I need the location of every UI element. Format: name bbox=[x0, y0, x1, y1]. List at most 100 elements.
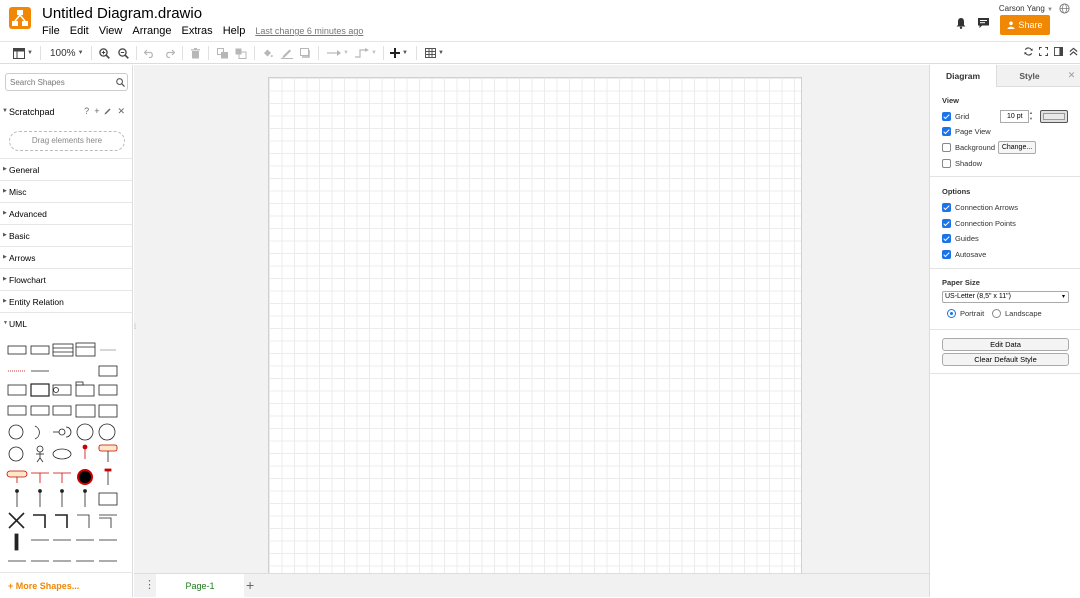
grid-color-swatch[interactable] bbox=[1040, 110, 1068, 123]
scratchpad-drop-zone[interactable]: Drag elements here bbox=[9, 131, 125, 151]
search-shapes-input[interactable]: Search Shapes bbox=[5, 73, 128, 91]
drawio-logo-icon bbox=[9, 7, 31, 29]
table-button[interactable]: ▼ bbox=[425, 45, 444, 61]
landscape-label: Landscape bbox=[1005, 309, 1042, 318]
connection-style-button[interactable]: ▼ bbox=[327, 45, 349, 61]
background-checkbox[interactable]: Background bbox=[942, 143, 995, 152]
category-flowchart[interactable]: ▶ Flowchart bbox=[0, 269, 133, 291]
shadow-button[interactable] bbox=[300, 45, 311, 61]
radio-empty-icon bbox=[992, 309, 1001, 318]
clear-default-style-button[interactable]: Clear Default Style bbox=[942, 353, 1069, 366]
menu-help[interactable]: Help bbox=[223, 25, 246, 37]
chevron-down-icon: ▾ bbox=[1061, 294, 1065, 300]
redo-icon bbox=[166, 49, 175, 58]
menu-arrange[interactable]: Arrange bbox=[132, 25, 171, 37]
share-button[interactable]: Share bbox=[1000, 15, 1050, 35]
category-uml[interactable]: ▼ UML bbox=[0, 313, 133, 335]
to-front-button[interactable] bbox=[217, 45, 229, 61]
portrait-radio[interactable]: Portrait bbox=[947, 309, 984, 318]
delete-button[interactable] bbox=[191, 45, 200, 61]
category-basic[interactable]: ▶ Basic bbox=[0, 225, 133, 247]
search-icon[interactable] bbox=[116, 78, 125, 87]
fullscreen-icon[interactable] bbox=[1039, 47, 1048, 56]
format-panel-icon[interactable] bbox=[1054, 47, 1063, 56]
landscape-radio[interactable]: Landscape bbox=[992, 309, 1042, 318]
undo-icon bbox=[144, 49, 153, 58]
scratchpad-label: Scratchpad bbox=[9, 107, 55, 117]
fill-color-button[interactable] bbox=[262, 45, 273, 61]
line-color-button[interactable] bbox=[281, 45, 293, 61]
undo-button[interactable] bbox=[144, 45, 155, 61]
checkbox-checked-icon bbox=[942, 219, 951, 228]
page-view-checkbox[interactable]: Page View bbox=[942, 127, 991, 136]
scratchpad-header[interactable]: ▼ Scratchpad ? + ✕ bbox=[0, 102, 133, 122]
edit-data-button[interactable]: Edit Data bbox=[942, 338, 1069, 351]
scratchpad-close-button[interactable]: ✕ bbox=[117, 106, 125, 117]
autosave-checkbox[interactable]: Autosave bbox=[942, 250, 986, 259]
guides-checkbox[interactable]: Guides bbox=[942, 234, 979, 243]
page-tab[interactable]: Page-1 bbox=[156, 574, 244, 598]
close-icon[interactable]: ✕ bbox=[1062, 65, 1080, 87]
category-arrows[interactable]: ▶ Arrows bbox=[0, 247, 133, 269]
insert-button[interactable]: ▼ bbox=[390, 45, 408, 61]
paper-size-value: US-Letter (8,5" x 11") bbox=[945, 293, 1011, 300]
redo-button[interactable] bbox=[164, 45, 175, 61]
diagram-canvas[interactable] bbox=[134, 65, 929, 573]
to-front-icon bbox=[217, 47, 228, 58]
menu-extras[interactable]: Extras bbox=[182, 25, 213, 37]
change-background-button[interactable]: Change... bbox=[998, 141, 1036, 154]
shadow-checkbox[interactable]: Shadow bbox=[942, 159, 982, 168]
category-general[interactable]: ▶ General bbox=[0, 159, 133, 181]
connection-arrows-checkbox[interactable]: Connection Arrows bbox=[942, 203, 1018, 212]
more-shapes-button[interactable]: + More Shapes... bbox=[0, 572, 133, 597]
tab-diagram[interactable]: Diagram bbox=[930, 65, 996, 87]
zoom-select[interactable]: 100% ▼ bbox=[50, 45, 84, 61]
category-misc[interactable]: ▶ Misc bbox=[0, 181, 133, 203]
globe-icon[interactable] bbox=[1059, 3, 1070, 14]
bell-icon[interactable] bbox=[955, 17, 967, 29]
pages-menu-icon[interactable]: ⋮ bbox=[144, 578, 155, 591]
menu-file[interactable]: File bbox=[42, 25, 60, 37]
sync-icon[interactable] bbox=[1024, 47, 1033, 56]
format-tabs: Diagram Style ✕ bbox=[930, 65, 1080, 87]
waypoints-button[interactable]: ▼ bbox=[355, 45, 377, 61]
grid-size-stepper[interactable]: ▲ ▼ bbox=[1029, 110, 1036, 123]
scratchpad-add-button[interactable]: + bbox=[94, 106, 99, 117]
last-change-link[interactable]: Last change 6 minutes ago bbox=[255, 26, 363, 37]
menu-edit[interactable]: Edit bbox=[70, 25, 89, 37]
comments-icon[interactable] bbox=[977, 17, 990, 29]
zoom-out-button[interactable] bbox=[118, 45, 129, 61]
page-tab-label: Page-1 bbox=[185, 581, 215, 591]
options-section-title: Options bbox=[942, 187, 971, 196]
connection-points-checkbox[interactable]: Connection Points bbox=[942, 219, 1016, 228]
share-label: Share bbox=[1018, 20, 1043, 30]
add-page-button[interactable]: + bbox=[246, 577, 254, 593]
format-panel-toggle[interactable]: ▼ bbox=[13, 45, 33, 61]
drawing-page[interactable] bbox=[268, 77, 802, 573]
zoom-in-button[interactable] bbox=[99, 45, 110, 61]
uml-shapes-palette[interactable] bbox=[4, 341, 130, 571]
to-back-button[interactable] bbox=[235, 45, 247, 61]
format-panel: Diagram Style ✕ View Grid 10 pt ▲ ▼ Page … bbox=[929, 65, 1080, 597]
pencil-icon[interactable] bbox=[104, 107, 112, 115]
category-entity-relation[interactable]: ▶ Entity Relation bbox=[0, 291, 133, 313]
arrow-right-icon bbox=[327, 50, 341, 56]
user-menu[interactable]: Carson Yang ▼ bbox=[999, 4, 1053, 13]
collapse-up-icon[interactable] bbox=[1069, 47, 1078, 56]
document-title[interactable]: Untitled Diagram.drawio bbox=[42, 5, 202, 22]
checkbox-empty-icon bbox=[942, 143, 951, 152]
menu-view[interactable]: View bbox=[99, 25, 123, 37]
paper-size-select[interactable]: US-Letter (8,5" x 11") ▾ bbox=[942, 291, 1069, 303]
grid-checkbox[interactable]: Grid bbox=[942, 112, 969, 121]
zoom-out-icon bbox=[118, 47, 129, 59]
tab-style[interactable]: Style bbox=[996, 65, 1062, 87]
checkbox-checked-icon bbox=[942, 250, 951, 259]
expanded-triangle-icon: ▼ bbox=[2, 108, 8, 114]
scratchpad-help-button[interactable]: ? bbox=[84, 106, 89, 117]
guides-label: Guides bbox=[955, 234, 979, 243]
checkbox-checked-icon bbox=[942, 234, 951, 243]
grid-size-input[interactable]: 10 pt bbox=[1000, 110, 1029, 123]
category-advanced[interactable]: ▶ Advanced bbox=[0, 203, 133, 225]
chevron-down-icon: ▼ bbox=[1047, 7, 1053, 13]
sidebar-resize-handle[interactable]: ⁞ bbox=[134, 324, 136, 331]
